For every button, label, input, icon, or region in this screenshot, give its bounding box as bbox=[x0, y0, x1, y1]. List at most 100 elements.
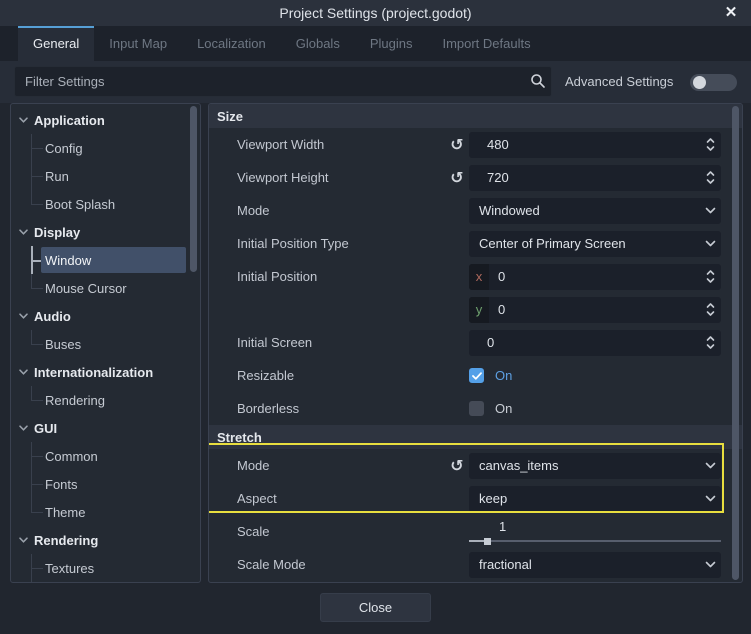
sidebar-item-fonts[interactable]: Fonts bbox=[11, 470, 200, 498]
spin-updown-icon[interactable] bbox=[699, 302, 721, 317]
chevron-down-icon bbox=[699, 495, 721, 502]
scale-slider[interactable]: 1 bbox=[469, 519, 721, 545]
revert-icon[interactable]: ↺ bbox=[445, 170, 469, 186]
initial-position-x-field[interactable]: x 0 bbox=[469, 264, 721, 290]
sidebar-item-textures[interactable]: Textures bbox=[11, 554, 200, 582]
tree-item-label: Run bbox=[45, 169, 69, 184]
viewport-height-field[interactable]: 720 bbox=[469, 165, 721, 191]
filter-band: Advanced Settings bbox=[0, 61, 751, 103]
sidebar-item-intl-rendering[interactable]: Rendering bbox=[11, 386, 200, 414]
tab-label: Input Map bbox=[109, 36, 167, 51]
setting-label: Viewport Width bbox=[209, 137, 445, 152]
sidebar-item-internationalization[interactable]: Internationalization bbox=[11, 358, 200, 386]
chevron-down-icon[interactable] bbox=[19, 229, 28, 235]
window-mode-dropdown[interactable]: Windowed bbox=[469, 198, 721, 224]
spin-updown-icon[interactable] bbox=[699, 137, 721, 152]
viewport-height-value[interactable]: 720 bbox=[469, 170, 699, 185]
sidebar-item-mouse-cursor[interactable]: Mouse Cursor bbox=[11, 274, 200, 302]
title-bar: Project Settings (project.godot) ✕ bbox=[0, 0, 751, 26]
sidebar-item-rendering[interactable]: Rendering bbox=[11, 526, 200, 554]
setting-label: Aspect bbox=[209, 491, 469, 506]
row-borderless: Borderless On bbox=[209, 392, 742, 425]
initial-position-x-value[interactable]: 0 bbox=[489, 269, 699, 284]
settings-content-panel: Size Viewport Width ↺ 480 Viewport Heigh… bbox=[208, 103, 743, 583]
sidebar-item-theme[interactable]: Theme bbox=[11, 498, 200, 526]
sidebar-scrollbar[interactable] bbox=[190, 106, 197, 272]
sidebar-item-boot-splash[interactable]: Boot Splash bbox=[11, 190, 200, 218]
borderless-checkbox[interactable] bbox=[469, 401, 484, 416]
chevron-down-icon bbox=[699, 561, 721, 568]
dropdown-value: keep bbox=[469, 491, 699, 506]
initial-position-y-value[interactable]: 0 bbox=[489, 302, 699, 317]
axis-y-badge: y bbox=[469, 297, 489, 323]
sidebar-item-application[interactable]: Application bbox=[11, 106, 200, 134]
tab-label: General bbox=[33, 36, 79, 51]
sidebar-item-buses[interactable]: Buses bbox=[11, 330, 200, 358]
viewport-width-value[interactable]: 480 bbox=[469, 137, 699, 152]
dropdown-value: canvas_items bbox=[469, 458, 699, 473]
tree-item-label: Buses bbox=[45, 337, 81, 352]
row-resizable: Resizable On bbox=[209, 359, 742, 392]
settings-tree: Application Config Run Boot Splash Displ… bbox=[11, 106, 200, 582]
chevron-down-icon[interactable] bbox=[19, 369, 28, 375]
row-stretch-aspect: Aspect keep bbox=[209, 482, 742, 515]
tab-strip: General Input Map Localization Globals P… bbox=[0, 26, 751, 61]
spin-updown-icon[interactable] bbox=[699, 170, 721, 185]
sidebar-item-window[interactable]: Window bbox=[11, 246, 200, 274]
sidebar-item-display[interactable]: Display bbox=[11, 218, 200, 246]
settings-tree-panel: Application Config Run Boot Splash Displ… bbox=[10, 103, 201, 583]
advanced-settings-toggle[interactable] bbox=[690, 74, 737, 91]
sidebar-item-gui[interactable]: GUI bbox=[11, 414, 200, 442]
tree-group-label: Rendering bbox=[34, 533, 98, 548]
viewport-width-field[interactable]: 480 bbox=[469, 132, 721, 158]
stretch-aspect-dropdown[interactable]: keep bbox=[469, 486, 721, 512]
dropdown-value: Center of Primary Screen bbox=[469, 236, 699, 251]
scale-mode-dropdown[interactable]: fractional bbox=[469, 552, 721, 578]
scale-value: 1 bbox=[499, 519, 506, 534]
slider-track bbox=[469, 540, 721, 542]
tab-import-defaults[interactable]: Import Defaults bbox=[427, 26, 545, 61]
tab-localization[interactable]: Localization bbox=[182, 26, 281, 61]
tree-group-label: Display bbox=[34, 225, 80, 240]
close-icon[interactable]: ✕ bbox=[719, 0, 743, 26]
resizable-checkbox[interactable] bbox=[469, 368, 484, 383]
revert-icon[interactable]: ↺ bbox=[445, 137, 469, 153]
initial-screen-field[interactable]: 0 bbox=[469, 330, 721, 356]
dialog-title: Project Settings (project.godot) bbox=[279, 5, 471, 21]
tree-group-label: Application bbox=[34, 113, 105, 128]
row-initial-position-y: y 0 bbox=[209, 293, 742, 326]
filter-settings-input[interactable] bbox=[14, 66, 552, 97]
spin-updown-icon[interactable] bbox=[699, 335, 721, 350]
tab-globals[interactable]: Globals bbox=[281, 26, 355, 61]
row-stretch-mode: Mode ↺ canvas_items bbox=[209, 449, 742, 482]
chevron-down-icon[interactable] bbox=[19, 313, 28, 319]
revert-icon[interactable]: ↺ bbox=[445, 458, 469, 474]
setting-label: Mode bbox=[209, 203, 469, 218]
row-stretch-scale: Scale 1 bbox=[209, 515, 742, 548]
tree-item-label: Boot Splash bbox=[45, 197, 115, 212]
initial-position-y-field[interactable]: y 0 bbox=[469, 297, 721, 323]
chevron-down-icon bbox=[699, 207, 721, 214]
spin-updown-icon[interactable] bbox=[699, 269, 721, 284]
sidebar-item-config[interactable]: Config bbox=[11, 134, 200, 162]
chevron-down-icon[interactable] bbox=[19, 117, 28, 123]
sidebar-item-audio[interactable]: Audio bbox=[11, 302, 200, 330]
setting-label: Borderless bbox=[209, 401, 469, 416]
advanced-settings-label: Advanced Settings bbox=[565, 61, 673, 103]
chevron-down-icon[interactable] bbox=[19, 425, 28, 431]
slider-handle[interactable] bbox=[484, 538, 491, 545]
stretch-mode-dropdown[interactable]: canvas_items bbox=[469, 453, 721, 479]
tab-label: Globals bbox=[296, 36, 340, 51]
tab-general[interactable]: General bbox=[18, 26, 94, 61]
initial-screen-value[interactable]: 0 bbox=[469, 335, 699, 350]
sidebar-item-common[interactable]: Common bbox=[11, 442, 200, 470]
chevron-down-icon[interactable] bbox=[19, 537, 28, 543]
section-header-stretch: Stretch bbox=[209, 425, 742, 449]
tab-plugins[interactable]: Plugins bbox=[355, 26, 428, 61]
setting-label: Resizable bbox=[209, 368, 469, 383]
close-button[interactable]: Close bbox=[320, 593, 431, 622]
initial-position-type-dropdown[interactable]: Center of Primary Screen bbox=[469, 231, 721, 257]
tab-input-map[interactable]: Input Map bbox=[94, 26, 182, 61]
sidebar-item-run[interactable]: Run bbox=[11, 162, 200, 190]
content-scrollbar[interactable] bbox=[732, 106, 739, 580]
